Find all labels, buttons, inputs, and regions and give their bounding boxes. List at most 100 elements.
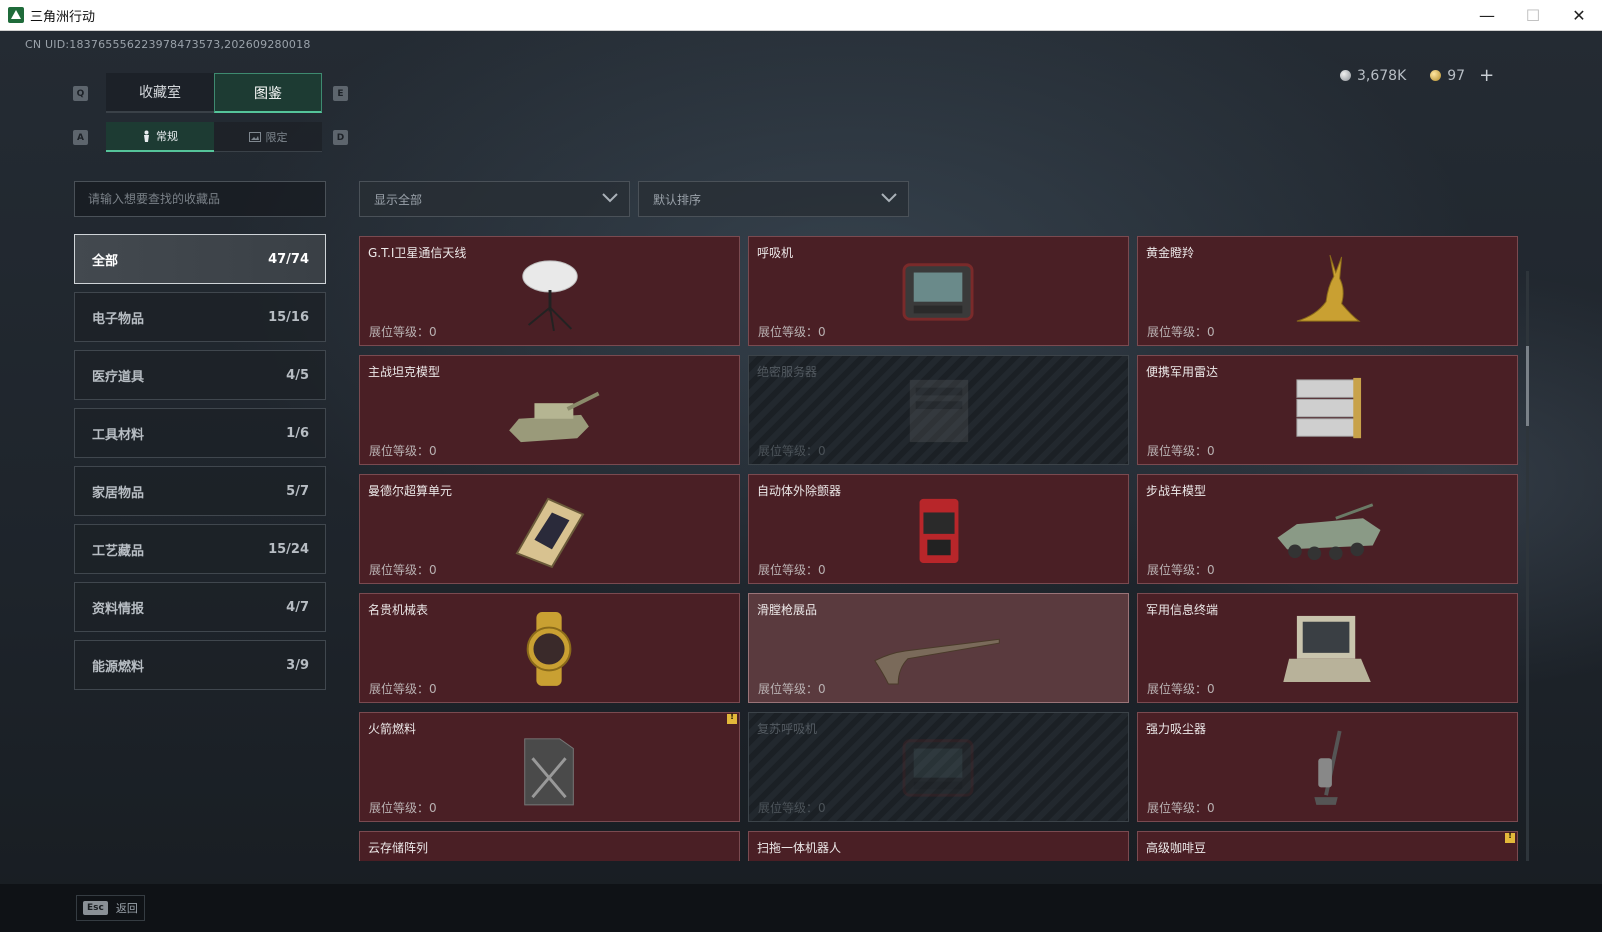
- collection-item-card[interactable]: 扫拖一体机器人: [748, 831, 1129, 861]
- robot-vacuum-icon: [869, 841, 1009, 861]
- category-intel[interactable]: 资料情报 4/7: [74, 582, 326, 632]
- subtab-limited-label: 限定: [265, 130, 288, 144]
- collection-item-card[interactable]: 名贵机械表 展位等级：0: [359, 593, 740, 703]
- category-fuel[interactable]: 能源燃料 3/9: [74, 640, 326, 690]
- item-display-level: 展位等级：0: [1147, 801, 1215, 815]
- collection-item-card[interactable]: 军用信息终端 展位等级：0: [1137, 593, 1518, 703]
- prev-subtab-key[interactable]: A: [73, 130, 88, 145]
- category-name: 工具材料: [92, 427, 145, 443]
- next-tab-key[interactable]: E: [333, 86, 348, 101]
- minimize-button[interactable]: —: [1464, 0, 1510, 31]
- category-electronics[interactable]: 电子物品 15/16: [74, 292, 326, 342]
- musket-icon: [869, 603, 1009, 693]
- search-box: [74, 181, 326, 217]
- prev-tab-key[interactable]: Q: [73, 86, 88, 101]
- category-name: 医疗道具: [92, 369, 145, 385]
- collection-item-card[interactable]: 复苏呼吸机 展位等级：0: [748, 712, 1129, 822]
- collection-item-card[interactable]: 自动体外除颤器 展位等级：0: [748, 474, 1129, 584]
- game-viewport: CN UID:183765556223978473573,20260928001…: [0, 31, 1602, 932]
- collection-grid-viewport: G.T.I卫星通信天线 展位等级：0 呼吸机 展位等级：0 黄金瞪羚 展位等级：0 主战坦克…: [359, 236, 1522, 861]
- item-name: 绝密服务器: [757, 365, 818, 379]
- item-name: 步战车模型: [1146, 484, 1207, 498]
- category-name: 能源燃料: [92, 659, 145, 675]
- category-crafts[interactable]: 工艺藏品 15/24: [74, 524, 326, 574]
- item-display-level: 展位等级：0: [1147, 682, 1215, 696]
- app-logo-icon: [8, 7, 24, 23]
- category-household[interactable]: 家居物品 5/7: [74, 466, 326, 516]
- defibrillator-icon: [869, 484, 1009, 574]
- subtab-regular-label: 常规: [156, 130, 178, 143]
- collection-item-card[interactable]: 呼吸机 展位等级：0: [748, 236, 1129, 346]
- item-name: G.T.I卫星通信天线: [368, 246, 467, 260]
- collection-item-card[interactable]: 主战坦克模型 展位等级：0: [359, 355, 740, 465]
- terminal-icon: [1258, 603, 1398, 693]
- category-medical[interactable]: 医疗道具 4/5: [74, 350, 326, 400]
- category-name: 全部: [92, 253, 119, 269]
- item-name: 火箭燃料: [368, 722, 417, 736]
- collection-item-card[interactable]: 高级咖啡豆: [1137, 831, 1518, 861]
- filter-selected: 显示全部: [374, 192, 423, 207]
- vacuum-icon: [1258, 722, 1398, 812]
- item-name: 主战坦克模型: [368, 365, 441, 379]
- collection-item-card[interactable]: 黄金瞪羚 展位等级：0: [1137, 236, 1518, 346]
- category-count: 4/5: [286, 367, 309, 383]
- item-name: 便携军用雷达: [1146, 365, 1219, 379]
- item-display-level: 展位等级：0: [369, 444, 437, 458]
- back-label: 返回: [115, 902, 138, 915]
- collection-item-card[interactable]: 便携军用雷达 展位等级：0: [1137, 355, 1518, 465]
- item-name: 强力吸尘器: [1146, 722, 1207, 736]
- item-display-level: 展位等级：0: [758, 682, 826, 696]
- close-button[interactable]: ✕: [1556, 0, 1602, 31]
- watch-icon: [480, 603, 620, 693]
- sort-dropdown[interactable]: 默认排序: [638, 181, 909, 217]
- item-name: 名贵机械表: [368, 603, 429, 617]
- subtab-limited[interactable]: 限定: [214, 122, 322, 152]
- grid-scrollbar[interactable]: [1526, 271, 1529, 861]
- category-count: 5/7: [286, 483, 309, 499]
- sub-tabs: 常规 限定: [106, 122, 323, 152]
- search-input[interactable]: [75, 182, 325, 216]
- category-tools[interactable]: 工具材料 1/6: [74, 408, 326, 458]
- main-tabs: 收藏室 图鉴: [106, 73, 323, 113]
- collection-item-card[interactable]: G.T.I卫星通信天线 展位等级：0: [359, 236, 740, 346]
- next-subtab-key[interactable]: D: [333, 130, 348, 145]
- collection-item-card[interactable]: 云存储阵列: [359, 831, 740, 861]
- tab-catalog[interactable]: 图鉴: [214, 73, 322, 113]
- item-display-level: 展位等级：0: [758, 325, 826, 339]
- collection-item-card[interactable]: 绝密服务器展位等级：0: [748, 355, 1129, 465]
- ifv-model-icon: [1258, 484, 1398, 574]
- satellite-dish-icon: [480, 246, 620, 336]
- category-count: 4/7: [286, 599, 309, 615]
- gold-amount: 97: [1447, 67, 1466, 84]
- item-name: 自动体外除颤器: [757, 484, 842, 498]
- collection-item-card[interactable]: 火箭燃料 展位等级：0: [359, 712, 740, 822]
- storage-array-icon: [480, 841, 620, 861]
- category-count: 1/6: [286, 425, 309, 441]
- add-currency-button[interactable]: +: [1479, 65, 1494, 86]
- radar-icon: [1258, 365, 1398, 455]
- scrollbar-thumb[interactable]: [1526, 346, 1529, 426]
- ventilator-icon: [869, 246, 1009, 336]
- collection-item-card[interactable]: 强力吸尘器展位等级：0: [1137, 712, 1518, 822]
- category-count: 3/9: [286, 657, 309, 673]
- silver-coin-icon: [1340, 70, 1351, 81]
- subtab-regular[interactable]: 常规: [106, 122, 214, 152]
- item-display-level: 展位等级：0: [758, 444, 826, 458]
- back-button[interactable]: Esc 返回: [76, 895, 145, 921]
- collection-item-card[interactable]: 步战车模型 展位等级：0: [1137, 474, 1518, 584]
- category-name: 资料情报: [92, 601, 145, 617]
- tab-collection-room[interactable]: 收藏室: [106, 73, 214, 113]
- silver-amount: 3,678K: [1357, 67, 1407, 84]
- tank-model-icon: [480, 365, 620, 455]
- filter-dropdown[interactable]: 显示全部: [359, 181, 630, 217]
- golden-gazelle-icon: [1258, 246, 1398, 336]
- window-title: 三角洲行动: [30, 9, 96, 25]
- item-name: 复苏呼吸机: [757, 722, 818, 736]
- chevron-down-icon: [881, 193, 897, 203]
- new-alert-icon: [1505, 832, 1515, 843]
- maximize-button[interactable]: ☐: [1510, 0, 1556, 31]
- collection-item-card[interactable]: 曼德尔超算单元 展位等级：0: [359, 474, 740, 584]
- category-all[interactable]: 全部 47/74: [74, 234, 326, 284]
- collection-item-card[interactable]: 滑膛枪展品 展位等级：0: [748, 593, 1129, 703]
- window-controls: — ☐ ✕: [1464, 0, 1602, 31]
